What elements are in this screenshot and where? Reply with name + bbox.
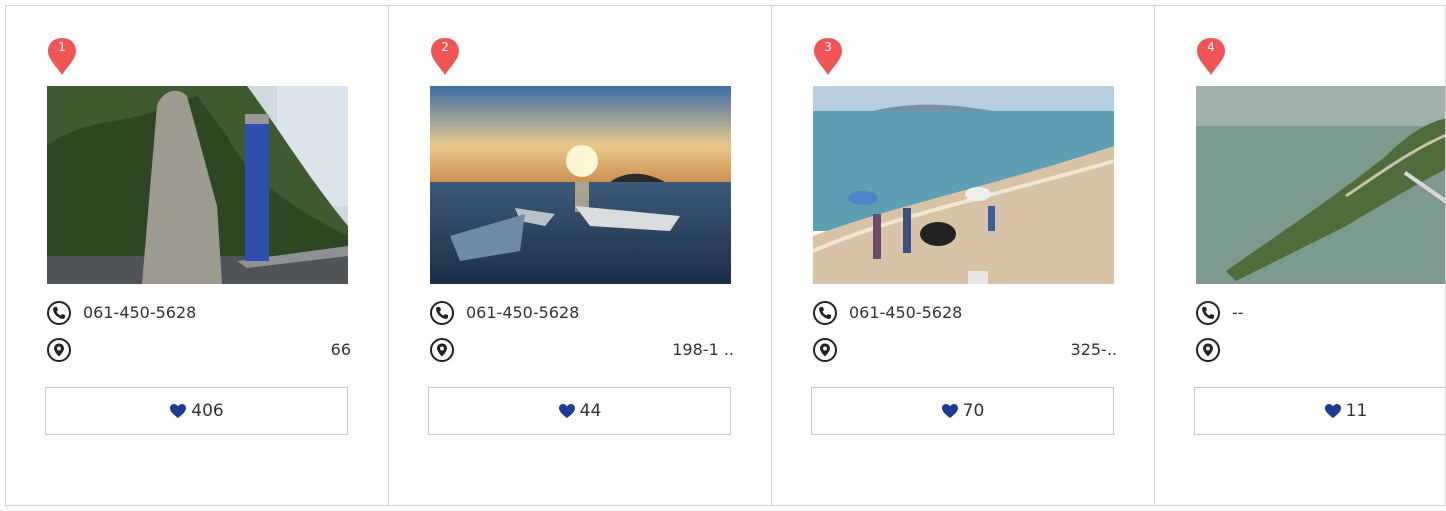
location-pin-icon [813, 338, 837, 362]
beach-stone-sign-photo[interactable] [47, 86, 348, 284]
address-row: 325-.. [813, 338, 1117, 362]
map-marker-icon: 3 [813, 37, 843, 77]
sunset-boats-photo[interactable] [430, 86, 731, 284]
address-text: 325-.. [1070, 340, 1117, 359]
like-button[interactable]: 406 [45, 387, 348, 435]
phone-number[interactable]: -- [1232, 301, 1244, 325]
heart-icon [941, 404, 958, 418]
like-count: 44 [579, 401, 602, 421]
rank-number: 1 [58, 40, 66, 54]
map-marker-icon: 2 [430, 37, 460, 77]
address-text: 198-1 .. [672, 340, 734, 359]
like-count: 11 [1345, 401, 1368, 421]
address-row: 66 [47, 338, 351, 362]
phone-number[interactable]: 061-450-5628 [83, 301, 196, 325]
phone-row: 061-450-5628 [813, 301, 1113, 325]
attraction-card-1[interactable]: 1 061-450-5628 66 406 [6, 6, 389, 505]
phone-number[interactable]: 061-450-5628 [466, 301, 579, 325]
location-pin-icon [1196, 338, 1220, 362]
phone-row: 061-450-5628 [47, 301, 347, 325]
phone-row: -- [1196, 301, 1445, 325]
like-button[interactable]: 70 [811, 387, 1114, 435]
beach-people-photo[interactable] [813, 86, 1114, 284]
location-pin-icon [47, 338, 71, 362]
address-text: 12-22 [1232, 338, 1445, 362]
phone-row: 061-450-5628 [430, 301, 730, 325]
attraction-card-2[interactable]: 2 061-450-5628 198-1 .. 44 [389, 6, 772, 505]
phone-number[interactable]: 061-450-5628 [849, 301, 962, 325]
address-row: 198-1 .. [430, 338, 734, 362]
phone-icon [47, 301, 71, 325]
rank-number: 2 [441, 40, 449, 54]
like-button[interactable]: 44 [428, 387, 731, 435]
phone-icon [1196, 301, 1220, 325]
like-button[interactable]: 11 [1194, 387, 1445, 435]
aerial-island-photo[interactable] [1196, 86, 1445, 284]
attraction-card-3[interactable]: 3 061-450-5628 325-.. 70 [772, 6, 1155, 505]
rank-number: 4 [1207, 40, 1215, 54]
attraction-card-4[interactable]: 4 -- 12-22 11 [1155, 6, 1445, 505]
rank-number: 3 [824, 40, 832, 54]
like-count: 406 [191, 401, 224, 421]
address-row: 12-22 [1196, 338, 1445, 362]
heart-icon [170, 404, 187, 418]
heart-icon [558, 404, 575, 418]
attraction-card-list: 1 061-450-5628 66 406 2 061-450-5628 198… [5, 5, 1446, 506]
location-pin-icon [430, 338, 454, 362]
address-text: 66 [330, 340, 351, 359]
heart-icon [1324, 404, 1341, 418]
phone-icon [813, 301, 837, 325]
phone-icon [430, 301, 454, 325]
map-marker-icon: 4 [1196, 37, 1226, 77]
map-marker-icon: 1 [47, 37, 77, 77]
like-count: 70 [962, 401, 985, 421]
